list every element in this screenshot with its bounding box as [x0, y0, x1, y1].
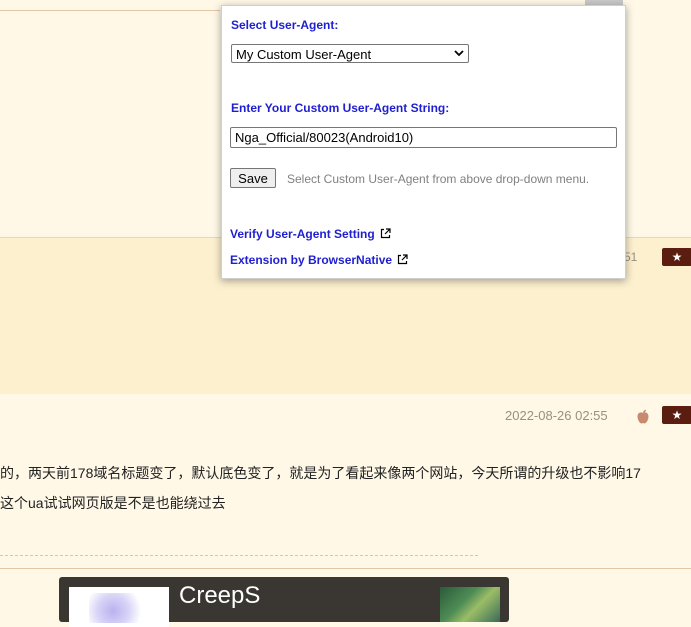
card-username[interactable]: CreepS: [179, 582, 260, 610]
select-value: My Custom User-Agent: [236, 47, 372, 62]
apple-icon: [637, 409, 649, 424]
signature-divider: [0, 555, 478, 556]
user-agent-popup: Select User-Agent: My Custom User-Agent …: [221, 5, 626, 279]
star-icon: ★: [671, 408, 683, 422]
post-body: 的，两天前178域名标题变了，默认底色变了，就是为了看起来像两个网站，今天所谓的…: [0, 458, 641, 518]
chevron-down-icon: [454, 50, 464, 57]
select-user-agent-label: Select User-Agent:: [231, 18, 339, 32]
custom-user-agent-label: Enter Your Custom User-Agent String:: [231, 101, 450, 115]
save-button[interactable]: Save: [230, 168, 276, 188]
verify-link-label: Verify User-Agent Setting: [230, 227, 375, 241]
star-icon: ★: [671, 250, 683, 264]
verify-user-agent-link[interactable]: Verify User-Agent Setting: [230, 227, 391, 241]
card-thumbnail-image: [89, 593, 149, 623]
post-timestamp-partial: 51: [624, 250, 638, 264]
star-button[interactable]: ★: [662, 406, 691, 424]
external-link-icon: [380, 228, 391, 239]
credit-link-label: Extension by BrowserNative: [230, 253, 393, 267]
avatar[interactable]: [440, 587, 500, 622]
post-line: 这个ua试试网页版是不是也能绕过去: [0, 495, 226, 511]
card-thumbnail: [69, 587, 169, 627]
post-line: 的，两天前178域名标题变了，默认底色变了，就是为了看起来像两个网站，今天所谓的…: [0, 465, 641, 481]
custom-user-agent-input[interactable]: [230, 127, 617, 148]
top-divider: [0, 10, 220, 11]
post-separator: [0, 568, 691, 569]
browsernative-link[interactable]: Extension by BrowserNative: [230, 253, 408, 267]
save-hint: Select Custom User-Agent from above drop…: [287, 172, 590, 186]
star-button[interactable]: ★: [662, 248, 691, 266]
external-link-icon: [397, 254, 408, 265]
post-timestamp: 2022-08-26 02:55: [505, 408, 608, 423]
user-agent-select[interactable]: My Custom User-Agent: [231, 44, 469, 63]
user-card: CreepS: [59, 577, 509, 627]
